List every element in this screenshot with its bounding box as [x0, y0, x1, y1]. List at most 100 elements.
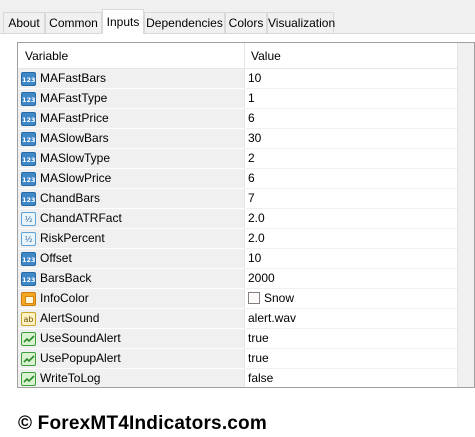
- vertical-scrollbar[interactable]: [457, 43, 474, 387]
- value-cell[interactable]: 10: [245, 69, 474, 89]
- tab-colors[interactable]: Colors: [225, 12, 267, 34]
- value-text: 10: [248, 71, 262, 85]
- integer-icon: 123: [21, 112, 36, 126]
- value-text: 30: [248, 131, 262, 145]
- tab-inputs[interactable]: Inputs: [102, 9, 144, 34]
- value-cell[interactable]: 2000: [245, 269, 474, 289]
- value-cell[interactable]: 6: [245, 109, 474, 129]
- value-cell[interactable]: false: [245, 369, 474, 387]
- variable-name: AlertSound: [40, 311, 100, 325]
- boolean-icon: [21, 352, 36, 366]
- string-icon: ab: [21, 312, 36, 326]
- variable-cell: WriteToLog: [18, 369, 245, 387]
- value-text: alert.wav: [248, 311, 297, 325]
- variable-name: WriteToLog: [40, 371, 101, 385]
- value-cell[interactable]: 2.0: [245, 209, 474, 229]
- variable-cell: 123 MAFastBars: [18, 69, 245, 89]
- variable-name: UseSoundAlert: [40, 331, 121, 345]
- variable-cell: ab AlertSound: [18, 309, 245, 329]
- table-row[interactable]: UsePopupAlert true: [18, 349, 474, 369]
- value-text: 10: [248, 251, 262, 265]
- value-cell[interactable]: Snow: [245, 289, 474, 309]
- variable-cell: UseSoundAlert: [18, 329, 245, 349]
- variable-cell: 123 MAFastPrice: [18, 109, 245, 129]
- variable-cell: 123 BarsBack: [18, 269, 245, 289]
- table-row[interactable]: 123 MASlowType 2: [18, 149, 474, 169]
- table-row[interactable]: 123 ChandBars 7: [18, 189, 474, 209]
- variable-name: BarsBack: [40, 271, 92, 285]
- value-text: 2000: [248, 271, 275, 285]
- value-cell[interactable]: 6: [245, 169, 474, 189]
- variable-cell: 123 MASlowPrice: [18, 169, 245, 189]
- column-header-variable[interactable]: Variable: [18, 43, 245, 69]
- variable-name: MAFastBars: [40, 71, 107, 85]
- variable-cell: UsePopupAlert: [18, 349, 245, 369]
- tab-dependencies[interactable]: Dependencies: [144, 12, 225, 34]
- variable-name: MAFastPrice: [40, 111, 109, 125]
- value-cell[interactable]: 10: [245, 249, 474, 269]
- value-text: 2: [248, 151, 255, 165]
- value-text: Snow: [264, 291, 295, 305]
- column-header-value[interactable]: Value: [245, 43, 474, 69]
- boolean-icon: [21, 372, 36, 386]
- table-row[interactable]: 123 MASlowBars 30: [18, 129, 474, 149]
- variable-cell: 123 MAFastType: [18, 89, 245, 109]
- table-row[interactable]: ab AlertSound alert.wav: [18, 309, 474, 329]
- variable-name: ChandBars: [40, 191, 101, 205]
- variable-cell: 123 MASlowBars: [18, 129, 245, 149]
- table-row[interactable]: 123 Offset 10: [18, 249, 474, 269]
- grid-header: Variable Value: [18, 43, 474, 69]
- variable-cell: ½ ChandATRFact: [18, 209, 245, 229]
- variable-cell: 123 MASlowType: [18, 149, 245, 169]
- variable-cell: 123 ChandBars: [18, 189, 245, 209]
- value-text: 2.0: [248, 211, 265, 225]
- table-row[interactable]: 123 MAFastPrice 6: [18, 109, 474, 129]
- boolean-icon: [21, 332, 36, 346]
- value-cell[interactable]: alert.wav: [245, 309, 474, 329]
- variable-name: ChandATRFact: [40, 211, 122, 225]
- value-text: true: [248, 351, 269, 365]
- tab-visualization[interactable]: Visualization: [267, 12, 335, 34]
- value-cell[interactable]: true: [245, 329, 474, 349]
- value-cell[interactable]: 2: [245, 149, 474, 169]
- double-icon: ½: [21, 232, 36, 246]
- tab-bar: About Common Inputs Dependencies Colors …: [0, 0, 475, 35]
- value-text: false: [248, 371, 274, 385]
- inputs-grid: Variable Value 123 MAFastBars 10 123 MAFastT…: [17, 42, 475, 388]
- table-row[interactable]: WriteToLog false: [18, 369, 474, 387]
- variable-name: MAFastType: [40, 91, 108, 105]
- watermark: © ForexMT4Indicators.com: [18, 413, 267, 434]
- value-text: 2.0: [248, 231, 265, 245]
- variable-name: RiskPercent: [40, 231, 105, 245]
- value-cell[interactable]: 1: [245, 89, 474, 109]
- value-text: true: [248, 331, 269, 345]
- integer-icon: 123: [21, 92, 36, 106]
- value-cell[interactable]: true: [245, 349, 474, 369]
- table-row[interactable]: InfoColor Snow: [18, 289, 474, 309]
- value-cell[interactable]: 30: [245, 129, 474, 149]
- tab-about[interactable]: About: [3, 12, 45, 34]
- integer-icon: 123: [21, 132, 36, 146]
- value-text: 6: [248, 111, 255, 125]
- value-cell[interactable]: 2.0: [245, 229, 474, 249]
- variable-name: Offset: [40, 251, 72, 265]
- variable-cell: 123 Offset: [18, 249, 245, 269]
- table-row[interactable]: ½ ChandATRFact 2.0: [18, 209, 474, 229]
- tab-common[interactable]: Common: [45, 12, 102, 34]
- value-text: 6: [248, 171, 255, 185]
- table-row[interactable]: UseSoundAlert true: [18, 329, 474, 349]
- table-row[interactable]: ½ RiskPercent 2.0: [18, 229, 474, 249]
- value-cell[interactable]: 7: [245, 189, 474, 209]
- table-row[interactable]: 123 MASlowPrice 6: [18, 169, 474, 189]
- color-swatch: [248, 292, 260, 304]
- variable-name: MASlowBars: [40, 131, 109, 145]
- table-row[interactable]: 123 BarsBack 2000: [18, 269, 474, 289]
- integer-icon: 123: [21, 252, 36, 266]
- integer-icon: 123: [21, 192, 36, 206]
- table-row[interactable]: 123 MAFastType 1: [18, 89, 474, 109]
- variable-cell: InfoColor: [18, 289, 245, 309]
- integer-icon: 123: [21, 272, 36, 286]
- value-text: 7: [248, 191, 255, 205]
- table-row[interactable]: 123 MAFastBars 10: [18, 69, 474, 89]
- variable-name: UsePopupAlert: [40, 351, 121, 365]
